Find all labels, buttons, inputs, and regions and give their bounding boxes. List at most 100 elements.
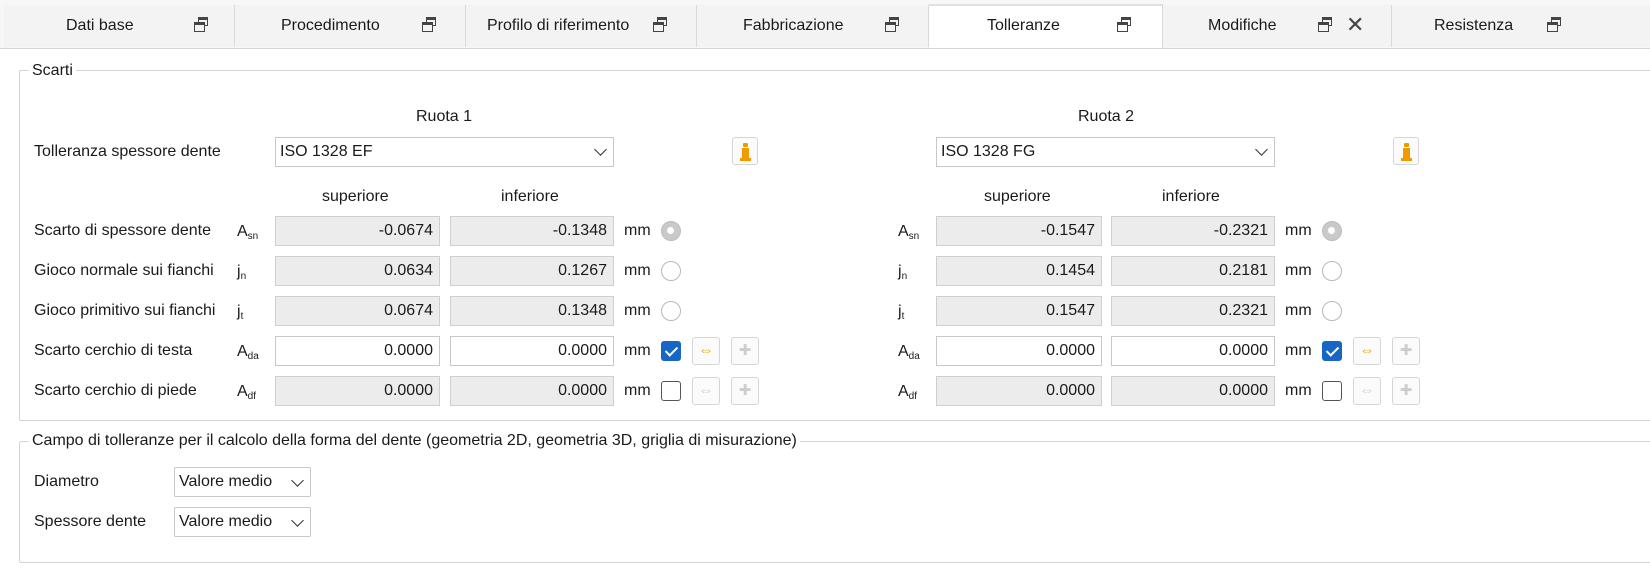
unit-label: mm [1285,382,1312,399]
tab-tolleranze[interactable]: Tolleranze [929,4,1163,48]
wheel2-lower-header: inferiore [1162,188,1220,205]
wheel1-tolerance-select[interactable]: ISO 1328 EF [275,137,614,167]
symbol-jn: jn [898,263,908,282]
tab-resistenza[interactable]: Resistenza [1392,5,1650,47]
wheel2-jt-lower: 0.2321 [1111,296,1275,326]
symbol-adf: Adf [237,383,257,402]
tooth-thickness-select[interactable]: Valore medio [174,507,311,537]
info-icon [1404,143,1409,147]
symbol-ada: Ada [237,343,259,362]
wheel1-heading: Ruota 1 [416,108,473,125]
restore-window-icon[interactable] [194,17,210,33]
wheel2-jn-radio[interactable] [1322,261,1342,281]
chevron-down-icon [594,143,607,156]
wheel2-asn-upper: -0.1547 [936,216,1102,246]
symbol-jt: jt [237,303,244,322]
symbol-asn: Asn [237,223,259,242]
wheel2-info-button[interactable] [1393,137,1419,165]
restore-window-icon[interactable] [653,17,669,33]
tab-label: Dati base [66,17,134,34]
row-label-normal-backlash: Gioco normale sui fianchi [34,262,214,279]
wheel1-asn-lower: -0.1348 [450,216,614,246]
row-label-tooth-thickness: Scarto di spessore dente [34,222,211,239]
tab-label: Resistenza [1434,17,1514,34]
chevron-down-icon [291,474,304,487]
symbol-adf: Adf [898,383,918,402]
unit-label: mm [624,382,651,399]
wheel1-asn-radio[interactable] [661,221,681,241]
plus-icon: ✚ [1399,382,1413,399]
close-icon[interactable]: ✕ [1346,12,1364,38]
row-label-root-circle: Scarto cerchio di piede [34,382,197,399]
scarti-group [19,70,1650,421]
wheel1-adf-plus-button[interactable]: ✚ [731,377,759,405]
wheel1-adf-checkbox[interactable] [661,381,681,401]
swap-arrows-icon: ⇔ [1359,382,1375,399]
tab-label: Modifiche [1208,17,1277,34]
unit-label: mm [624,262,651,279]
symbol-ada: Ada [898,343,920,362]
wheel2-jt-radio[interactable] [1322,301,1342,321]
wheel2-adf-plus-button[interactable]: ✚ [1392,377,1420,405]
wheel1-ada-upper-input[interactable]: 0.0000 [275,336,440,366]
wheel2-adf-swap-button[interactable]: ⇔ [1353,377,1381,405]
tab-dati-base[interactable]: Dati base [4,5,235,47]
restore-window-icon[interactable] [422,17,438,33]
wheel1-jn-radio[interactable] [661,261,681,281]
thickness-tolerance-label: Tolleranza spessore dente [34,143,221,160]
tab-label: Tolleranze [987,17,1060,34]
wheel1-jn-lower: 0.1267 [450,256,614,286]
wheel1-ada-swap-button[interactable]: ⇔ [692,337,720,365]
wheel2-tolerance-select[interactable]: ISO 1328 FG [936,137,1275,167]
wheel1-adf-swap-button[interactable]: ⇔ [692,377,720,405]
tab-bar: Dati base Procedimento Profilo di riferi… [0,0,1650,49]
wheel1-ada-checkbox[interactable] [661,341,681,361]
wheel2-jt-upper: 0.1547 [936,296,1102,326]
diameter-value: Valore medio [179,473,273,490]
tolerance-field-group-title: Campo di tolleranze per il calcolo della… [29,432,800,450]
plus-icon: ✚ [1399,342,1413,359]
wheel1-adf-upper: 0.0000 [275,376,440,406]
wheel2-ada-plus-button[interactable]: ✚ [1392,337,1420,365]
tab-procedimento[interactable]: Procedimento [235,5,466,47]
wheel2-ada-upper-input[interactable]: 0.0000 [936,336,1102,366]
wheel1-ada-plus-button[interactable]: ✚ [731,337,759,365]
restore-window-icon[interactable] [885,17,901,33]
wheel2-jn-lower: 0.2181 [1111,256,1275,286]
tab-modifiche[interactable]: Modifiche ✕ [1163,5,1392,47]
restore-window-icon[interactable] [1318,17,1334,33]
plus-icon: ✚ [738,342,752,359]
wheel2-heading: Ruota 2 [1078,108,1135,125]
wheel2-upper-header: superiore [984,188,1051,205]
wheel2-asn-radio[interactable] [1322,221,1342,241]
wheel2-adf-checkbox[interactable] [1322,381,1342,401]
chevron-down-icon [291,514,304,527]
wheel2-asn-lower: -0.2321 [1111,216,1275,246]
tooth-thickness-label: Spessore dente [34,513,147,530]
tab-profilo-di-riferimento[interactable]: Profilo di riferimento [466,5,697,47]
tab-label: Procedimento [281,17,380,34]
tooth-thickness-value: Valore medio [179,513,273,530]
unit-label: mm [1285,342,1312,359]
tab-fabbricazione[interactable]: Fabbricazione [697,5,929,47]
unit-label: mm [1285,302,1312,319]
restore-window-icon[interactable] [1117,17,1133,33]
wheel1-jt-lower: 0.1348 [450,296,614,326]
restore-window-icon[interactable] [1547,17,1563,33]
wheel1-tolerance-value: ISO 1328 EF [280,143,373,160]
scarti-group-title: Scarti [29,62,76,80]
wheel1-ada-lower-input[interactable]: 0.0000 [450,336,614,366]
wheel1-jt-radio[interactable] [661,301,681,321]
unit-label: mm [624,342,651,359]
wheel2-ada-swap-button[interactable]: ⇔ [1353,337,1381,365]
row-label-tip-circle: Scarto cerchio di testa [34,342,193,359]
wheel2-ada-lower-input[interactable]: 0.0000 [1111,336,1275,366]
tab-label: Profilo di riferimento [487,17,630,34]
swap-arrows-icon: ⇔ [698,342,714,359]
wheel1-asn-upper: -0.0674 [275,216,440,246]
wheel1-adf-lower: 0.0000 [450,376,614,406]
diameter-select[interactable]: Valore medio [174,467,311,497]
wheel1-info-button[interactable] [732,137,758,165]
wheel2-ada-checkbox[interactable] [1322,341,1342,361]
unit-label: mm [624,302,651,319]
